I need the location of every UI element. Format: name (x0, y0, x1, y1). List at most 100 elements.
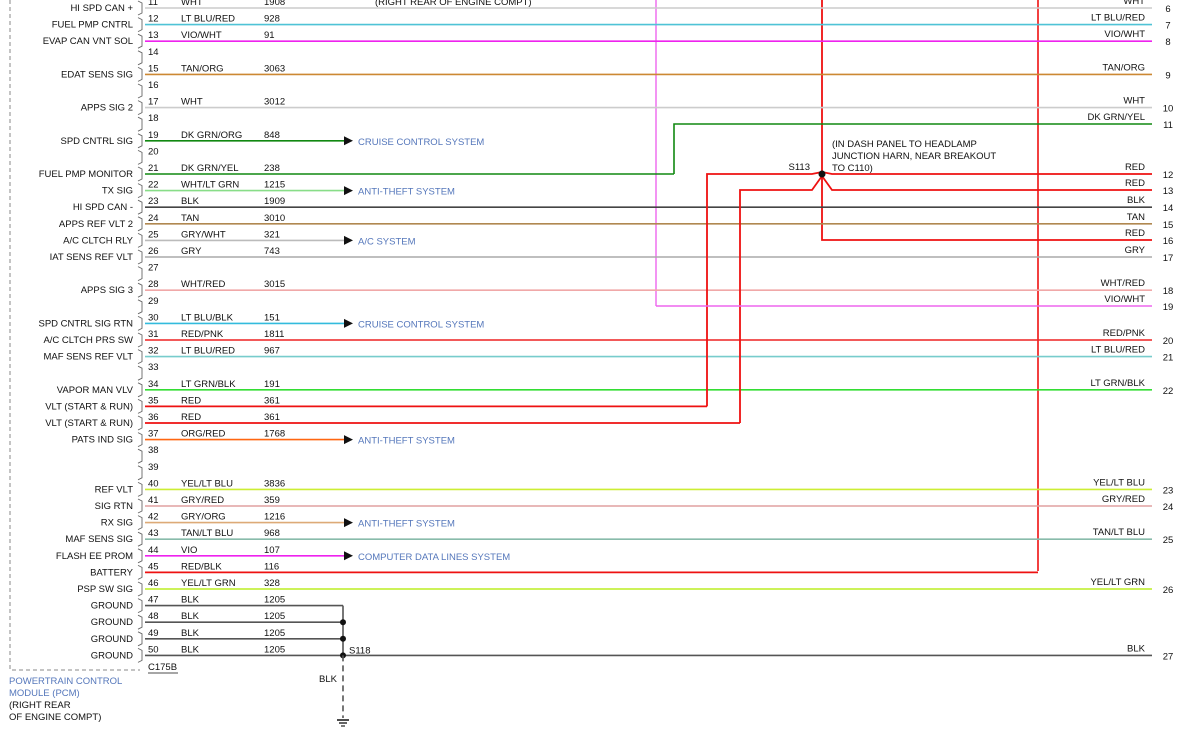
module-name-line-2: MODULE (PCM) (9, 688, 80, 699)
wiring-diagram: C175B (RIGHT REAR OF ENGINE COMPT) 11 HI SP… (9, 0, 1174, 727)
right-wire-color-label: TAN/ORG (1102, 62, 1145, 73)
pin-function-label: GROUND (91, 617, 133, 628)
pin-function-label: A/C CLTCH RLY (63, 235, 134, 246)
circuit-number: 3836 (264, 478, 285, 489)
pin-number-30: 30 (148, 312, 159, 323)
right-circuit-number: 18 (1163, 286, 1174, 297)
wire-color-label: BLK (181, 611, 200, 622)
pin-bracket (137, 33, 143, 49)
pin-bracket (137, 332, 143, 348)
ground-splice-dot (340, 635, 346, 642)
right-circuit-number: 12 (1163, 170, 1174, 181)
right-wire-color-label: GRY (1125, 245, 1146, 256)
circuit-number: 107 (264, 545, 280, 556)
pin-bracket (137, 133, 143, 149)
pin-function-label: TX SIG (102, 186, 133, 197)
pin-number-25: 25 (148, 229, 159, 240)
pin-number-18: 18 (148, 113, 159, 124)
pin-number-11: 11 (148, 0, 158, 8)
wire-color-label: TAN/LT BLU (181, 528, 233, 539)
wire-color-label: TAN (181, 213, 199, 224)
circuit-number: 928 (264, 14, 280, 25)
pin-function-label: SIG RTN (95, 501, 133, 512)
right-wire-color-label: YEL/LT BLU (1093, 477, 1145, 488)
pin-bracket (137, 299, 143, 315)
module-location-line-2: OF ENGINE COMPT) (9, 712, 102, 723)
pin-number-22: 22 (148, 180, 159, 191)
circuit-number: 116 (264, 561, 279, 572)
pin-number-28: 28 (148, 279, 159, 290)
pin-bracket (137, 581, 143, 597)
pin-number-34: 34 (148, 379, 159, 390)
pin-bracket (137, 448, 143, 464)
ground-splice-dot (340, 619, 346, 626)
circuit-number: 91 (264, 30, 275, 41)
right-wire-color-label: LT BLU/RED (1091, 345, 1145, 356)
module-name-line-1: POWERTRAIN CONTROL (9, 676, 123, 687)
pin-bracket (137, 183, 143, 199)
pin-bracket (137, 564, 143, 580)
pin-number-16: 16 (148, 80, 159, 91)
pin-number-37: 37 (148, 429, 159, 440)
right-circuit-number: 22 (1163, 386, 1174, 397)
right-circuit-number: 15 (1163, 220, 1174, 231)
pin-function-label: PATS IND SIG (72, 435, 133, 446)
pin-bracket (137, 531, 143, 547)
pin-bracket (137, 548, 143, 564)
right-circuit-number: 13 (1163, 186, 1174, 197)
pin-bracket (137, 17, 143, 33)
pin-bracket (137, 83, 143, 99)
arrow-icon (344, 136, 353, 146)
right-wire-color-label: BLK (1127, 195, 1146, 206)
wire-color-label: LT BLU/RED (181, 346, 235, 357)
splice-s118-label: S118 (349, 645, 370, 656)
right-wire-color-label: RED (1125, 162, 1145, 173)
right-circuit-number: 6 (1165, 4, 1170, 15)
pin-bracket (137, 498, 143, 514)
wire-color-label: GRY/RED (181, 495, 224, 506)
right-circuit-number: 10 (1163, 104, 1174, 115)
circuit-number: 361 (264, 412, 280, 423)
circuit-number: 1811 (264, 329, 284, 340)
pin-function-label: EVAP CAN VNT SOL (43, 36, 133, 47)
right-wire-color-label: RED/PNK (1103, 328, 1146, 339)
system-reference-link: ANTI-THEFT SYSTEM (358, 187, 455, 198)
pin-function-label: VAPOR MAN VLV (57, 385, 134, 396)
pin-number-49: 49 (148, 628, 159, 639)
pin-bracket (137, 598, 143, 614)
circuit-number: 3010 (264, 213, 285, 224)
pin-bracket (137, 116, 143, 132)
circuit-number: 1205 (264, 595, 285, 606)
pin-number-33: 33 (148, 362, 159, 373)
arrow-icon (344, 435, 353, 445)
wire-color-label: BLK (181, 628, 200, 639)
circuit-number: 1909 (264, 196, 285, 207)
wire-color-label: LT BLU/BLK (181, 312, 234, 323)
right-wire-color-label: WHT (1123, 0, 1145, 7)
right-wire-color-label: LT GRN/BLK (1090, 378, 1145, 389)
right-circuit-number: 26 (1163, 585, 1174, 596)
pin-number-44: 44 (148, 545, 159, 556)
arrow-icon (344, 318, 353, 328)
pin-number-43: 43 (148, 528, 159, 539)
pin-bracket (137, 199, 143, 215)
wire-color-label: RED (181, 412, 201, 423)
wire-color-label: RED (181, 395, 201, 406)
right-circuit-number: 7 (1165, 21, 1170, 32)
module-location-line-1: (RIGHT REAR (9, 700, 71, 711)
circuit-number: 1205 (264, 644, 285, 655)
wire-color-label: DK GRN/YEL (181, 163, 239, 174)
right-circuit-number: 14 (1163, 203, 1174, 214)
circuit-number: 3063 (264, 63, 285, 74)
red-wire-13-route (821, 175, 1152, 191)
wire-color-label: GRY/WHT (181, 229, 226, 240)
wire-color-label: GRY/ORG (181, 512, 226, 523)
pin-number-23: 23 (148, 196, 159, 207)
splice-s113-note: JUNCTION HARN, NEAR BREAKOUT (832, 151, 996, 162)
arrow-icon (344, 186, 353, 196)
right-wire-color-label: RED (1125, 228, 1145, 239)
pin-bracket (137, 365, 143, 381)
circuit-number: 1908 (264, 0, 285, 8)
circuit-number: 151 (264, 312, 280, 323)
pin-function-label: GROUND (91, 650, 133, 661)
